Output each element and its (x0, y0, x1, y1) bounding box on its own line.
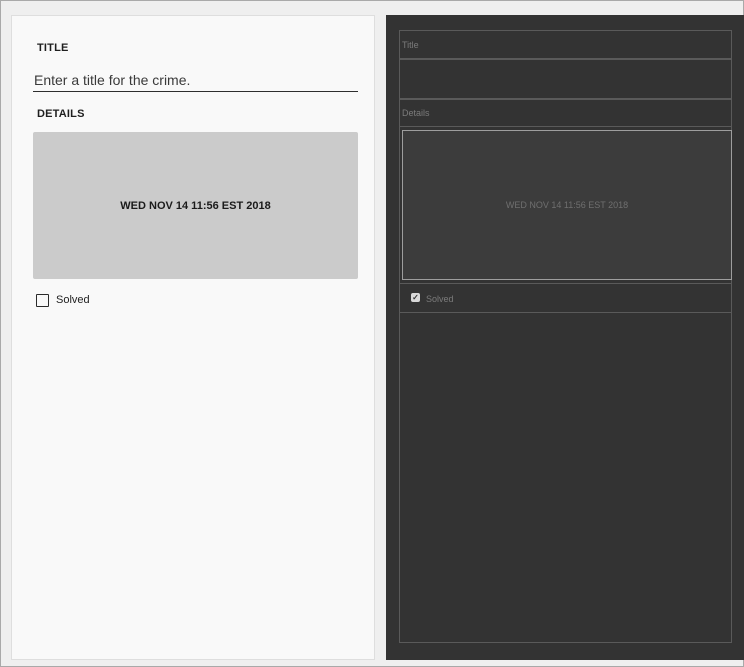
solved-checkbox-row[interactable]: Solved (36, 292, 90, 308)
blueprint-preview: Title Details WED NOV 14 11:56 EST 2018 … (386, 15, 744, 660)
details-label: DETAILS (37, 108, 85, 120)
blueprint-solved-label: Solved (426, 294, 454, 304)
blueprint-date-button: WED NOV 14 11:56 EST 2018 (402, 130, 732, 280)
crime-title-input[interactable] (33, 68, 358, 92)
blueprint-title-input-outline (399, 59, 732, 99)
crime-date-button[interactable]: WED NOV 14 11:56 EST 2018 (33, 132, 358, 279)
blueprint-title-label: Title (402, 40, 419, 50)
blueprint-details-label-outline (399, 99, 732, 127)
blueprint-date-label: WED NOV 14 11:56 EST 2018 (505, 200, 629, 210)
solved-checkbox[interactable] (36, 293, 49, 307)
blueprint-details-label: Details (402, 108, 430, 118)
design-preview: TITLE DETAILS WED NOV 14 11:56 EST 2018 … (11, 15, 375, 660)
layout-editor-canvas: TITLE DETAILS WED NOV 14 11:56 EST 2018 … (0, 0, 744, 667)
title-label: TITLE (37, 42, 69, 54)
solved-label: Solved (56, 294, 90, 306)
blueprint-title-label-outline (399, 30, 732, 59)
check-icon: ✓ (411, 293, 420, 302)
